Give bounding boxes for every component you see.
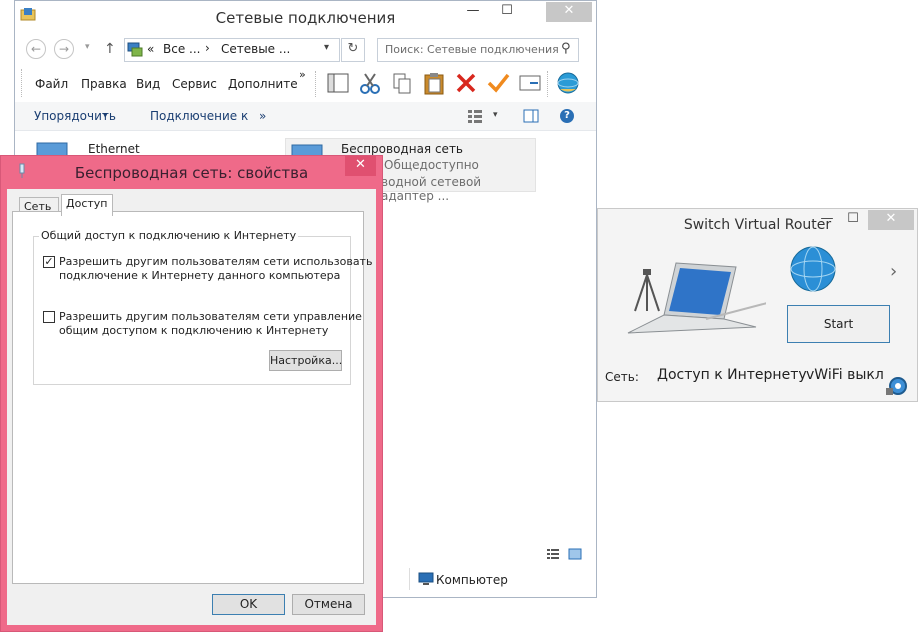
network-label: Сеть:: [605, 370, 639, 384]
view-options-icon[interactable]: [467, 109, 483, 123]
properties-icon[interactable]: [518, 71, 542, 95]
status-computer: Компьютер: [436, 573, 508, 587]
start-button[interactable]: Start: [787, 305, 890, 343]
router-maximize-button[interactable]: ☐: [838, 210, 868, 230]
menu-edit[interactable]: Правка: [81, 77, 127, 91]
cut-icon[interactable]: [358, 71, 382, 95]
back-button[interactable]: ←: [26, 39, 46, 59]
item-title: Ethernet: [88, 142, 140, 156]
menu-extra[interactable]: Дополните: [228, 77, 298, 91]
ok-button[interactable]: OK: [212, 594, 285, 615]
address-dropdown-icon[interactable]: ▾: [324, 42, 329, 53]
view-dropdown-icon[interactable]: ▾: [493, 110, 498, 120]
recent-dropdown-icon[interactable]: ▾: [85, 42, 90, 52]
dialog-close-button[interactable]: ✕: [345, 156, 376, 176]
minimize-button[interactable]: —: [458, 2, 488, 22]
network-value: Доступ к Интернету: [657, 367, 807, 383]
commands-overflow-button[interactable]: »: [259, 109, 266, 123]
computer-icon: [418, 572, 434, 585]
delete-icon[interactable]: [454, 71, 478, 95]
globe-toolbar-icon[interactable]: [556, 71, 580, 95]
up-button[interactable]: ↑: [104, 41, 116, 57]
dialog-title: Беспроводная сеть: свойства: [74, 164, 309, 182]
connect-to-button[interactable]: Подключение к: [150, 109, 248, 123]
refresh-button[interactable]: ↻: [341, 38, 365, 62]
explorer-titlebar[interactable]: Сетевые подключения — ☐ ✕: [15, 1, 596, 33]
address-overflow[interactable]: «: [147, 42, 154, 56]
tab-sharing[interactable]: Доступ: [61, 194, 113, 216]
next-arrow-button[interactable]: ›: [890, 261, 897, 282]
large-icons-view-icon[interactable]: [568, 548, 582, 560]
allow-control-label[interactable]: Разрешить другим пользователям сети упра…: [59, 310, 362, 338]
checkmark-icon[interactable]: [486, 71, 510, 95]
organize-dropdown-icon[interactable]: ▾: [103, 111, 108, 121]
allow-control-checkbox[interactable]: [43, 311, 55, 323]
address-crumb-all[interactable]: Все ...: [163, 42, 200, 56]
address-crumb-network[interactable]: Сетевые ...: [221, 42, 290, 56]
wifi-status: vWiFi выкл: [806, 367, 884, 383]
allow-sharing-checkbox[interactable]: ✓: [43, 256, 55, 268]
settings-button[interactable]: Настройка...: [269, 350, 342, 371]
menu-overflow-button[interactable]: »: [299, 68, 306, 81]
network-icon: [127, 42, 143, 57]
laptop-icon: [627, 262, 766, 334]
search-icon[interactable]: ⚲: [561, 41, 571, 56]
menu-file[interactable]: Файл: [35, 77, 68, 91]
address-separator[interactable]: ›: [205, 41, 210, 55]
item-adapter: водной сетевой адаптер ...: [381, 175, 482, 203]
layout-icon[interactable]: [326, 71, 350, 95]
menu-tools[interactable]: Сервис: [172, 77, 217, 91]
maximize-button[interactable]: ☐: [492, 2, 522, 22]
address-bar[interactable]: « Все ... › Сетевые ... ▾: [124, 38, 340, 62]
router-window: Switch Virtual Router — ☐ ✕ › Start Сеть…: [597, 208, 918, 402]
paste-icon[interactable]: [422, 71, 446, 95]
item-status: Общедоступно: [384, 158, 479, 172]
globe-icon: [790, 246, 836, 292]
close-button[interactable]: ✕: [546, 2, 592, 22]
allow-sharing-label[interactable]: Разрешить другим пользователям сети испо…: [59, 255, 372, 283]
help-icon[interactable]: ?: [560, 109, 574, 123]
details-view-icon[interactable]: [546, 548, 560, 560]
router-close-button[interactable]: ✕: [868, 210, 914, 230]
item-title: Беспроводная сеть: [341, 142, 464, 156]
copy-icon[interactable]: [390, 71, 414, 95]
search-placeholder: Поиск: Сетевые подключения: [385, 43, 559, 56]
settings-gear-icon[interactable]: [884, 375, 910, 397]
preview-pane-icon[interactable]: [523, 109, 539, 123]
search-box[interactable]: Поиск: Сетевые подключения ⚲: [377, 38, 579, 62]
menu-view[interactable]: Вид: [136, 77, 160, 91]
forward-button[interactable]: →: [54, 39, 74, 59]
group-title: Общий доступ к подключению к Интернету: [39, 229, 299, 242]
command-bar: Упорядочить ▾ Подключение к » ▾ ?: [15, 102, 596, 131]
cancel-button[interactable]: Отмена: [292, 594, 365, 615]
